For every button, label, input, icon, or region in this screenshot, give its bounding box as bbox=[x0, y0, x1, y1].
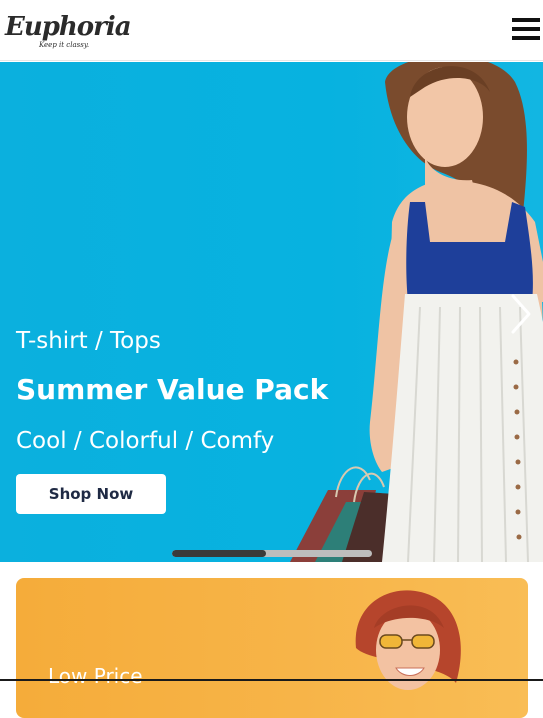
shop-now-button[interactable]: Shop Now bbox=[16, 474, 166, 514]
site-header: Euphoria Keep it classy. bbox=[0, 0, 543, 61]
hero-subtitle: Cool / Colorful / Comfy bbox=[16, 428, 275, 454]
chevron-right-icon[interactable] bbox=[505, 292, 535, 336]
carousel-slider-thumb[interactable] bbox=[172, 550, 266, 557]
menu-bar bbox=[512, 18, 540, 22]
hamburger-menu-icon[interactable] bbox=[512, 16, 540, 42]
menu-bar bbox=[512, 27, 540, 31]
logo-tagline: Keep it classy. bbox=[39, 41, 90, 49]
promo-label: Low Price bbox=[48, 664, 143, 688]
hero-banner: T-shirt / Tops Summer Value Pack Cool / … bbox=[0, 62, 543, 562]
brand-logo[interactable]: Euphoria Keep it classy. bbox=[5, 12, 132, 52]
hero-category: T-shirt / Tops bbox=[16, 328, 161, 354]
logo-wordmark: Euphoria bbox=[5, 12, 132, 42]
promo-model-image bbox=[355, 590, 461, 690]
hero-title: Summer Value Pack bbox=[16, 373, 329, 406]
promo-card[interactable]: Low Price bbox=[16, 578, 528, 718]
menu-bar bbox=[512, 36, 540, 40]
shopping-bags-graphic bbox=[290, 466, 396, 562]
carousel-slider[interactable] bbox=[172, 550, 372, 557]
hero-model-image bbox=[290, 62, 543, 562]
